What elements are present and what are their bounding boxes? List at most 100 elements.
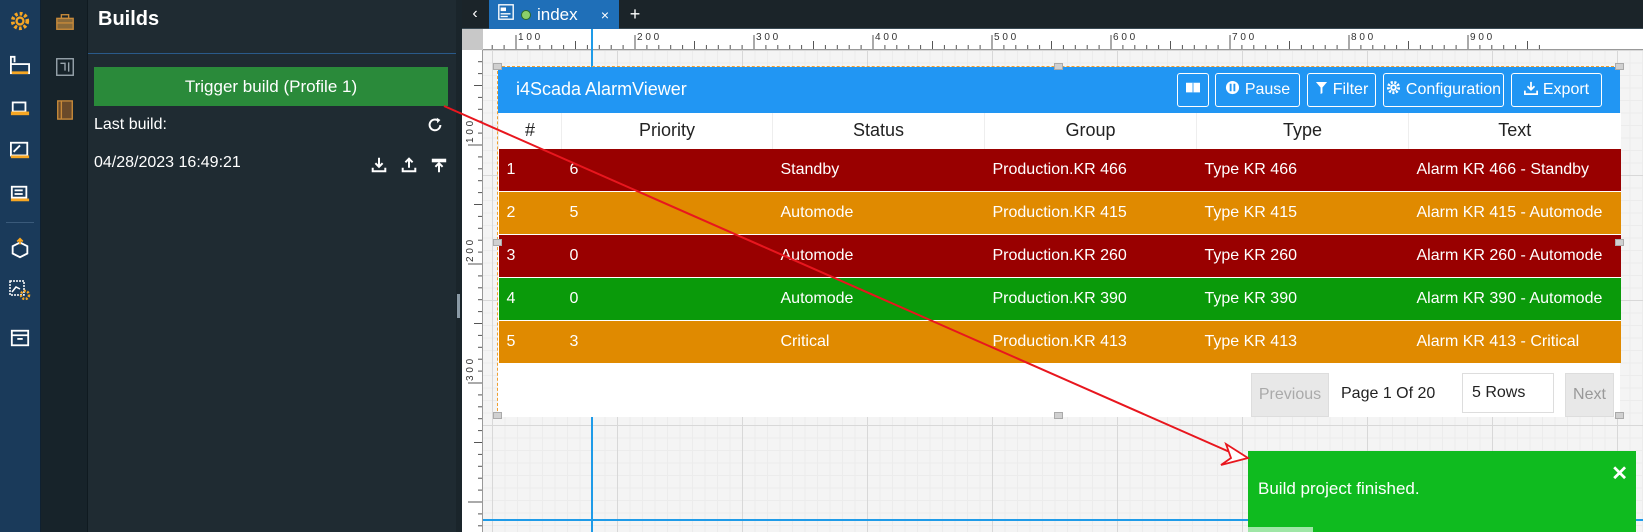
- ruler-label: 7 0 0: [1232, 32, 1255, 43]
- cell-status: Automode: [772, 233, 985, 277]
- cell-text: Alarm KR 415 - Automode: [1408, 190, 1621, 234]
- resize-handle[interactable]: [1054, 63, 1063, 70]
- tab-close-icon[interactable]: ×: [601, 7, 609, 23]
- chevron-left-icon[interactable]: ‹: [462, 0, 488, 28]
- resize-handle[interactable]: [493, 239, 502, 246]
- editor-tabbar: ‹ index × +: [462, 0, 1643, 29]
- ruler-label: 5 0 0: [994, 32, 1017, 43]
- cell-type: Type KR 413: [1196, 319, 1409, 363]
- resize-handle[interactable]: [493, 63, 502, 70]
- column-header[interactable]: Status: [772, 113, 985, 148]
- ruler-label: 3 0 0: [465, 358, 476, 381]
- ruler-label: 1 0 0: [465, 120, 476, 143]
- alarmviewer-widget[interactable]: i4Scada AlarmViewer Pause Filter Configu…: [493, 63, 1624, 419]
- configuration-button[interactable]: Configuration: [1383, 73, 1504, 107]
- cell-num: 5: [498, 319, 562, 363]
- status-dot: [521, 9, 531, 20]
- cell-group: Production.KR 390: [984, 276, 1197, 320]
- filter-label: Filter: [1332, 81, 1369, 98]
- cell-group: Production.KR 413: [984, 319, 1197, 363]
- ruler-label: 9 0 0: [1470, 32, 1493, 43]
- server-icon[interactable]: [6, 180, 34, 208]
- resize-handle[interactable]: [1615, 412, 1624, 419]
- chart-export-icon[interactable]: [6, 136, 34, 164]
- resize-handle[interactable]: [1615, 63, 1624, 70]
- add-tab-button[interactable]: +: [624, 0, 646, 29]
- cell-type: Type KR 415: [1196, 190, 1409, 234]
- table-row[interactable]: 4 0 Automode Production.KR 390 Type KR 390 Al…: [498, 276, 1621, 320]
- rows-per-page-select[interactable]: 5 Rows: [1462, 373, 1554, 413]
- alarmviewer-header: i4Scada AlarmViewer Pause Filter Configu…: [498, 67, 1620, 113]
- pause-button[interactable]: Pause: [1215, 73, 1300, 107]
- table-row[interactable]: 3 0 Automode Production.KR 260 Type KR 260 Al…: [498, 233, 1621, 277]
- table-row[interactable]: 2 5 Automode Production.KR 415 Type KR 415 Al…: [498, 190, 1621, 234]
- cell-priority: 6: [561, 147, 773, 191]
- resize-handle[interactable]: [493, 412, 502, 419]
- ruler-corner: [462, 29, 483, 50]
- factory-icon[interactable]: [6, 51, 34, 79]
- column-header[interactable]: Text: [1408, 113, 1621, 148]
- cell-text: Alarm KR 413 - Critical: [1408, 319, 1621, 363]
- ruler-label: 3 0 0: [756, 32, 779, 43]
- notification-toast: Build project finished. ✕: [1248, 451, 1636, 532]
- rail-divider: [6, 222, 34, 223]
- resize-handle[interactable]: [1615, 239, 1624, 246]
- export-icon: [1523, 81, 1538, 100]
- column-header[interactable]: Group: [984, 113, 1197, 148]
- table-header-row: # Priority Status Group Type Text: [498, 113, 1621, 148]
- ruler-label: 6 0 0: [1113, 32, 1136, 43]
- cog-icon: [1386, 80, 1401, 100]
- pause-icon: [1225, 80, 1240, 100]
- close-icon[interactable]: ✕: [1611, 461, 1628, 486]
- download-icon[interactable]: [370, 156, 388, 179]
- table-row[interactable]: 5 3 Critical Production.KR 413 Type KR 413 Al…: [498, 319, 1621, 363]
- next-button[interactable]: Next: [1565, 373, 1614, 417]
- alarm-table: # Priority Status Group Type Text 1 6 Stan…: [498, 113, 1621, 363]
- package-upload-icon[interactable]: [6, 234, 34, 262]
- panel-title: Builds: [88, 0, 456, 54]
- tab-index[interactable]: index ×: [489, 0, 619, 29]
- toolbox-icon[interactable]: [51, 8, 79, 36]
- cell-group: Production.KR 415: [984, 190, 1197, 234]
- gear-icon[interactable]: [6, 7, 34, 35]
- cell-num: 2: [498, 190, 562, 234]
- notebook-icon[interactable]: [51, 96, 79, 124]
- resize-handle[interactable]: [1054, 412, 1063, 419]
- page-indicator: Page 1 Of 20: [1341, 385, 1436, 402]
- cell-status: Standby: [772, 147, 985, 191]
- splitter-grip[interactable]: [457, 294, 460, 318]
- cell-group: Production.KR 260: [984, 233, 1197, 277]
- previous-button[interactable]: Previous: [1251, 373, 1329, 417]
- trigger-build-button[interactable]: Trigger build (Profile 1): [94, 67, 448, 106]
- column-header[interactable]: Priority: [561, 113, 773, 148]
- cell-status: Automode: [772, 190, 985, 234]
- cell-status: Critical: [772, 319, 985, 363]
- table-row[interactable]: 1 6 Standby Production.KR 466 Type KR 466 Ala…: [498, 147, 1621, 191]
- export-button[interactable]: Export: [1511, 73, 1602, 107]
- cell-text: Alarm KR 260 - Automode: [1408, 233, 1621, 277]
- deploy-icon[interactable]: [430, 156, 448, 179]
- chart-settings-icon[interactable]: [6, 276, 34, 304]
- configuration-label: Configuration: [1405, 81, 1502, 98]
- toast-progress-bar: [1248, 527, 1313, 532]
- refresh-icon[interactable]: [426, 116, 444, 139]
- notebook-toggle-button[interactable]: [1177, 73, 1209, 107]
- tab-label: index: [537, 4, 578, 24]
- cell-status: Automode: [772, 276, 985, 320]
- circuit-icon[interactable]: [51, 53, 79, 81]
- build-actions: [370, 156, 448, 179]
- archive-icon[interactable]: [6, 324, 34, 352]
- column-header[interactable]: Type: [1196, 113, 1409, 148]
- column-header[interactable]: #: [498, 113, 562, 148]
- builds-panel: Builds Trigger build (Profile 1) Last bu…: [88, 0, 456, 532]
- filter-button[interactable]: Filter: [1307, 73, 1376, 107]
- upload-icon[interactable]: [400, 156, 418, 179]
- export-label: Export: [1542, 81, 1590, 98]
- ruler-label: 1 0 0: [518, 32, 541, 43]
- ruler-top: 1 0 0 2 0 0 3 0 0 4 0 0 5 0 0 6 0 0 7 0 0 8 0 0…: [462, 29, 1643, 50]
- cell-text: Alarm KR 466 - Standby: [1408, 147, 1621, 191]
- cell-num: 4: [498, 276, 562, 320]
- pager: Previous Page 1 Of 20 5 Rows Next: [498, 368, 1620, 417]
- ruler-left: 1 0 0 2 0 0 3 0 0: [462, 29, 483, 532]
- truck-icon[interactable]: [6, 93, 34, 121]
